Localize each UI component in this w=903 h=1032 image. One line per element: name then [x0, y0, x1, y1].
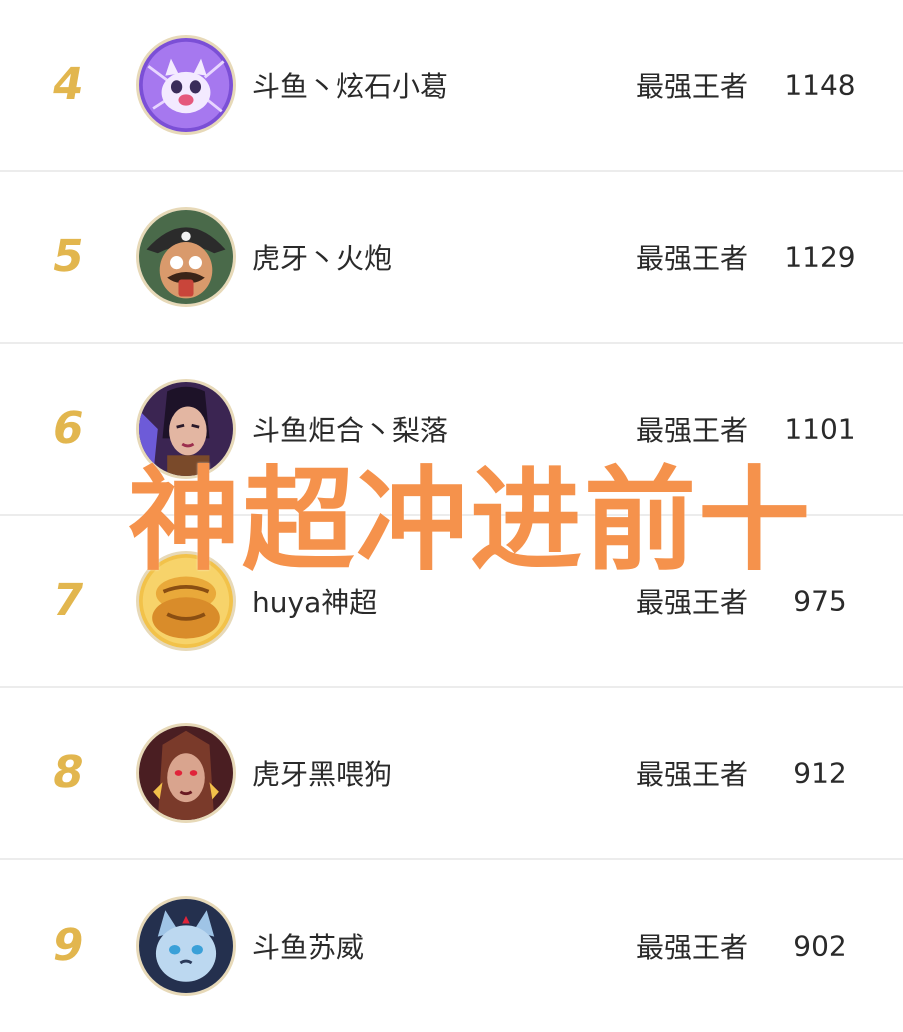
- leaderboard-row[interactable]: 8 虎牙黑喂狗 最强王者 912: [0, 688, 903, 860]
- overlay-caption: 神超冲进前十: [128, 456, 812, 586]
- tier-label: 最强王者: [636, 70, 749, 103]
- tier-label: 最强王者: [636, 931, 749, 964]
- tier-label: 最强王者: [636, 758, 749, 791]
- leaderboard-row[interactable]: 9 斗鱼苏威 最强王者 902: [0, 860, 903, 1032]
- rank-number: 4: [48, 59, 88, 110]
- score-value: 975: [793, 584, 847, 618]
- score-value: 1148: [784, 68, 856, 102]
- blue-cat-avatar-icon[interactable]: [136, 896, 236, 996]
- rank-number: 9: [48, 920, 88, 971]
- pink-cat-avatar-icon[interactable]: [136, 35, 236, 135]
- pirate-avatar-icon[interactable]: [136, 207, 236, 307]
- rank-number: 8: [48, 747, 88, 798]
- rank-number: 6: [48, 403, 88, 454]
- score-value: 1101: [784, 412, 856, 446]
- player-name: 虎牙黑喂狗: [252, 758, 393, 791]
- tier-label: 最强王者: [636, 586, 749, 619]
- tier-label: 最强王者: [636, 242, 749, 275]
- leaderboard-row[interactable]: 5 虎牙丶火炮 最强王者 1129: [0, 172, 903, 344]
- player-name: 斗鱼炬合丶梨落: [252, 414, 449, 447]
- player-name: 虎牙丶火炮: [252, 242, 393, 275]
- score-value: 1129: [784, 240, 856, 274]
- leaderboard-row[interactable]: 4 斗鱼丶炫石小葛 最强王者 1148: [0, 0, 903, 172]
- player-name: 斗鱼苏威: [252, 931, 365, 964]
- rank-number: 7: [48, 575, 88, 626]
- player-name: 斗鱼丶炫石小葛: [252, 70, 449, 103]
- tier-label: 最强王者: [636, 414, 749, 447]
- score-value: 912: [793, 756, 847, 790]
- dark-warrior-avatar-icon[interactable]: [136, 723, 236, 823]
- rank-number: 5: [48, 231, 88, 282]
- score-value: 902: [793, 929, 847, 963]
- player-name: huya神超: [252, 586, 378, 619]
